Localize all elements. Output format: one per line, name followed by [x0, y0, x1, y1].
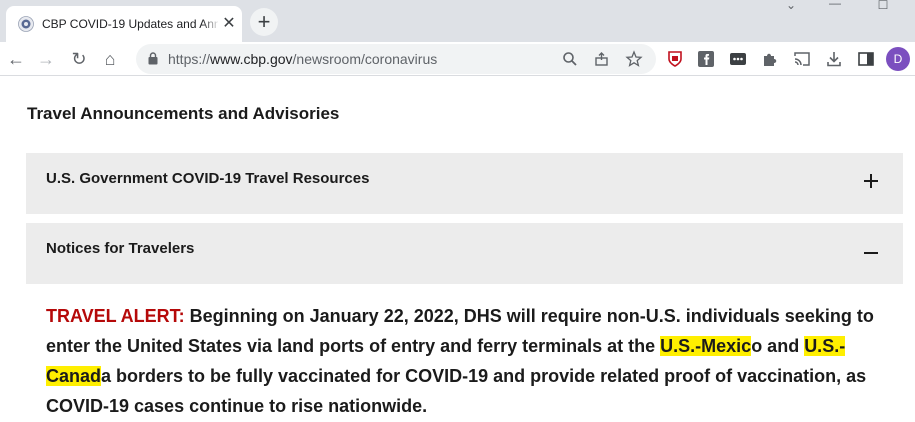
browser-toolbar: ← → ↻ ⌂ https://www.cbp.gov/newsroom/cor…	[0, 42, 915, 76]
side-panel-icon[interactable]	[857, 50, 875, 68]
plus-icon[interactable]	[863, 173, 879, 189]
highlighted-text: U.S.-Mexic	[660, 336, 752, 356]
reload-button[interactable]: ↻	[66, 46, 92, 72]
forward-button[interactable]: →	[33, 46, 59, 72]
search-icon[interactable]	[561, 50, 579, 68]
accordion-label: U.S. Government COVID-19 Travel Resource…	[46, 170, 370, 187]
lock-icon[interactable]	[148, 52, 158, 65]
profile-avatar[interactable]: D	[886, 47, 910, 71]
share-icon[interactable]	[593, 50, 611, 68]
url-text[interactable]: https://www.cbp.gov/newsroom/coronavirus	[168, 51, 437, 67]
accordion-label: Notices for Travelers	[46, 240, 195, 257]
maximize-button[interactable]: ☐	[874, 0, 892, 14]
page-content: Travel Announcements and Advisories U.S.…	[0, 77, 915, 422]
section-title: Travel Announcements and Advisories	[27, 104, 340, 123]
new-tab-button[interactable]: +	[250, 8, 278, 36]
alert-text: a borders to be fully vaccinated for COV…	[46, 366, 867, 416]
dots-extension-icon[interactable]	[729, 50, 747, 68]
back-button[interactable]: ←	[3, 46, 29, 72]
facebook-extension-icon[interactable]	[697, 50, 715, 68]
browser-tab[interactable]: CBP COVID-19 Updates and Annou ✕	[6, 6, 242, 42]
cast-icon[interactable]	[793, 50, 811, 68]
download-icon[interactable]	[825, 50, 843, 68]
close-icon[interactable]: ✕	[220, 15, 238, 33]
ublock-extension-icon[interactable]	[666, 50, 684, 68]
puzzle-extensions-icon[interactable]	[761, 50, 779, 68]
url-host: www.cbp.gov	[210, 51, 293, 67]
tab-title: CBP COVID-19 Updates and Annou	[42, 17, 218, 31]
minimize-button[interactable]: —	[826, 0, 844, 12]
tab-title-fade	[202, 14, 220, 34]
url-scheme: https://	[168, 51, 211, 67]
alert-text: o and	[751, 336, 805, 356]
travel-alert: TRAVEL ALERT: Beginning on January 22, 2…	[46, 301, 886, 421]
tab-search-chevron-icon[interactable]: ⌄	[782, 0, 800, 14]
travel-alert-lead: TRAVEL ALERT:	[46, 306, 185, 326]
minus-icon[interactable]	[863, 243, 879, 259]
star-icon[interactable]	[625, 50, 643, 68]
url-path: /newsroom/coronavirus	[292, 51, 438, 67]
accordion-notices-for-travelers[interactable]: Notices for Travelers	[26, 223, 903, 284]
home-button[interactable]: ⌂	[97, 46, 123, 72]
address-bar[interactable]: https://www.cbp.gov/newsroom/coronavirus	[136, 44, 656, 74]
tab-strip: CBP COVID-19 Updates and Annou ✕ + ⌄ — ☐	[0, 0, 915, 42]
accordion-travel-resources[interactable]: U.S. Government COVID-19 Travel Resource…	[26, 153, 903, 214]
cbp-seal-favicon-icon	[18, 16, 34, 32]
